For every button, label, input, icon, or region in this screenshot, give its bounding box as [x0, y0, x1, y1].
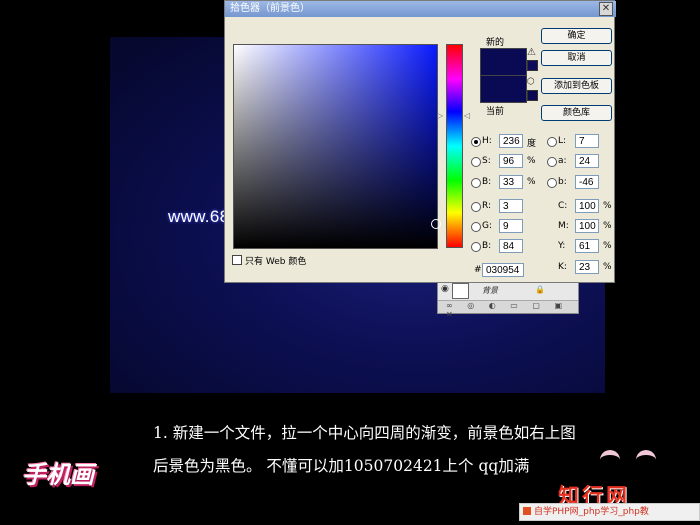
l-label: L:	[558, 136, 567, 146]
site-icon	[523, 507, 531, 515]
footer-bar[interactable]: 自学PHP网_php学习_php教	[519, 503, 700, 521]
close-button[interactable]: ✕	[599, 2, 613, 16]
s-unit: %	[527, 156, 536, 166]
b-label: B:	[482, 177, 492, 187]
hex-input[interactable]: 030954	[482, 263, 524, 277]
lab-b-row: b: -46	[547, 175, 607, 190]
h-input[interactable]: 236	[499, 134, 523, 148]
y-label: Y:	[558, 241, 566, 251]
lock-icon: 🔒	[535, 285, 545, 294]
new-color-label: 新的	[486, 38, 505, 48]
a-input[interactable]: 24	[575, 154, 599, 168]
s-label: S:	[482, 156, 491, 166]
b-row: B: 33 %	[471, 175, 541, 190]
r-input[interactable]: 3	[499, 199, 523, 213]
checkbox-box[interactable]	[232, 255, 242, 265]
layer-name: 背景	[482, 286, 498, 295]
k-input[interactable]: 23	[575, 260, 599, 274]
layers-panel: ◉ 背景 🔒 ∞ ◎ ◐ ▭ ▢ ▣ ✕	[437, 280, 579, 319]
lab-b-label: b:	[558, 177, 567, 187]
c-unit: %	[603, 201, 612, 211]
y-row: Y: 61 %	[555, 239, 615, 254]
y-input[interactable]: 61	[575, 239, 599, 253]
web-safe-cube-icon[interactable]: ⬡	[527, 77, 535, 87]
new-color-swatch	[480, 48, 527, 76]
s-radio[interactable]	[471, 157, 481, 167]
b-input[interactable]: 33	[499, 175, 523, 189]
a-radio[interactable]	[547, 157, 557, 167]
emote-left-icon	[600, 450, 620, 465]
m-unit: %	[603, 221, 612, 231]
m-row: M: 100 %	[555, 219, 615, 234]
blue-label: B:	[482, 241, 492, 251]
m-label: M:	[558, 221, 569, 231]
color-field-marker[interactable]	[431, 219, 441, 229]
g-label: G:	[482, 221, 493, 231]
b-unit: %	[527, 177, 536, 187]
color-libraries-button[interactable]: 颜色库	[541, 105, 612, 121]
layer-thumbnail	[452, 283, 469, 299]
a-label: a:	[558, 156, 567, 166]
m-input[interactable]: 100	[575, 219, 599, 233]
s-row: S: 96 %	[471, 154, 541, 169]
add-to-swatches-button[interactable]: 添加到色板	[541, 78, 612, 94]
c-input[interactable]: 100	[575, 199, 599, 213]
layer-toolbar-icons[interactable]: ∞ ◎ ◐ ▭ ▢ ▣ ✕	[446, 301, 578, 319]
blue-row: B: 84	[471, 239, 531, 254]
blue-radio[interactable]	[471, 242, 481, 252]
r-label: R:	[482, 201, 492, 211]
s-input[interactable]: 96	[499, 154, 523, 168]
lab-b-input[interactable]: -46	[575, 175, 599, 189]
h-unit: 度	[527, 139, 537, 149]
gamut-warning-icon[interactable]: ⚠	[527, 47, 536, 58]
current-color-label: 当前	[486, 107, 505, 117]
web-safe-swatch[interactable]	[527, 90, 538, 101]
k-unit: %	[603, 262, 612, 272]
blue-input[interactable]: 84	[499, 239, 523, 253]
only-web-colors-checkbox[interactable]: 只有 Web 颜色	[232, 254, 306, 267]
r-row: R: 3	[471, 199, 531, 214]
only-web-colors-label: 只有 Web 颜色	[245, 257, 307, 267]
cancel-button[interactable]: 取消	[541, 50, 612, 66]
slider-arrow-left-icon[interactable]: ▷	[437, 111, 443, 120]
slider-arrow-right-icon[interactable]: ◁	[464, 111, 470, 120]
y-unit: %	[603, 241, 612, 251]
h-label: H:	[482, 136, 492, 146]
layer-row[interactable]: ◉ 背景 🔒	[438, 281, 578, 301]
hex-label: #	[474, 265, 482, 275]
l-row: L: 7	[547, 134, 607, 149]
emote-right-icon	[636, 450, 656, 465]
ok-button[interactable]: 确定	[541, 28, 612, 44]
c-label: C:	[558, 201, 568, 211]
a-row: a: 24	[547, 154, 607, 169]
current-color-swatch[interactable]	[480, 75, 527, 103]
k-row: K: 23 %	[555, 260, 615, 275]
lab-b-radio[interactable]	[547, 178, 557, 188]
hue-slider[interactable]	[446, 44, 463, 248]
c-row: C: 100 %	[555, 199, 615, 214]
r-radio[interactable]	[471, 202, 481, 212]
gamut-warning-swatch[interactable]	[527, 60, 538, 71]
logo-left: 手机画	[22, 461, 94, 489]
caption-line-1: 1. 新建一个文件，拉一个中心向四周的渐变，前景色如右上图	[153, 424, 576, 442]
eye-icon[interactable]: ◉	[441, 284, 449, 294]
b-radio[interactable]	[471, 178, 481, 188]
caption-line-2: 后景色为黑色。 不懂可以加1050702421上个 qq加满	[153, 457, 530, 475]
l-input[interactable]: 7	[575, 134, 599, 148]
g-row: G: 9	[471, 219, 531, 234]
color-field[interactable]	[233, 44, 441, 249]
l-radio[interactable]	[547, 137, 557, 147]
hex-row: # 030954	[471, 263, 531, 278]
color-picker-dialog: 拾色器（前景色） ✕ ▷ ◁ 新的 当前 ⚠ ⬡ 确定 取消 添加到色板 颜色库…	[224, 0, 616, 283]
footer-text: 自学PHP网_php学习_php教	[534, 507, 649, 517]
h-radio[interactable]	[471, 137, 481, 147]
h-row: H: 236 度	[471, 134, 541, 149]
g-input[interactable]: 9	[499, 219, 523, 233]
dialog-title: 拾色器（前景色）	[225, 1, 616, 17]
k-label: K:	[558, 262, 567, 272]
g-radio[interactable]	[471, 222, 481, 232]
